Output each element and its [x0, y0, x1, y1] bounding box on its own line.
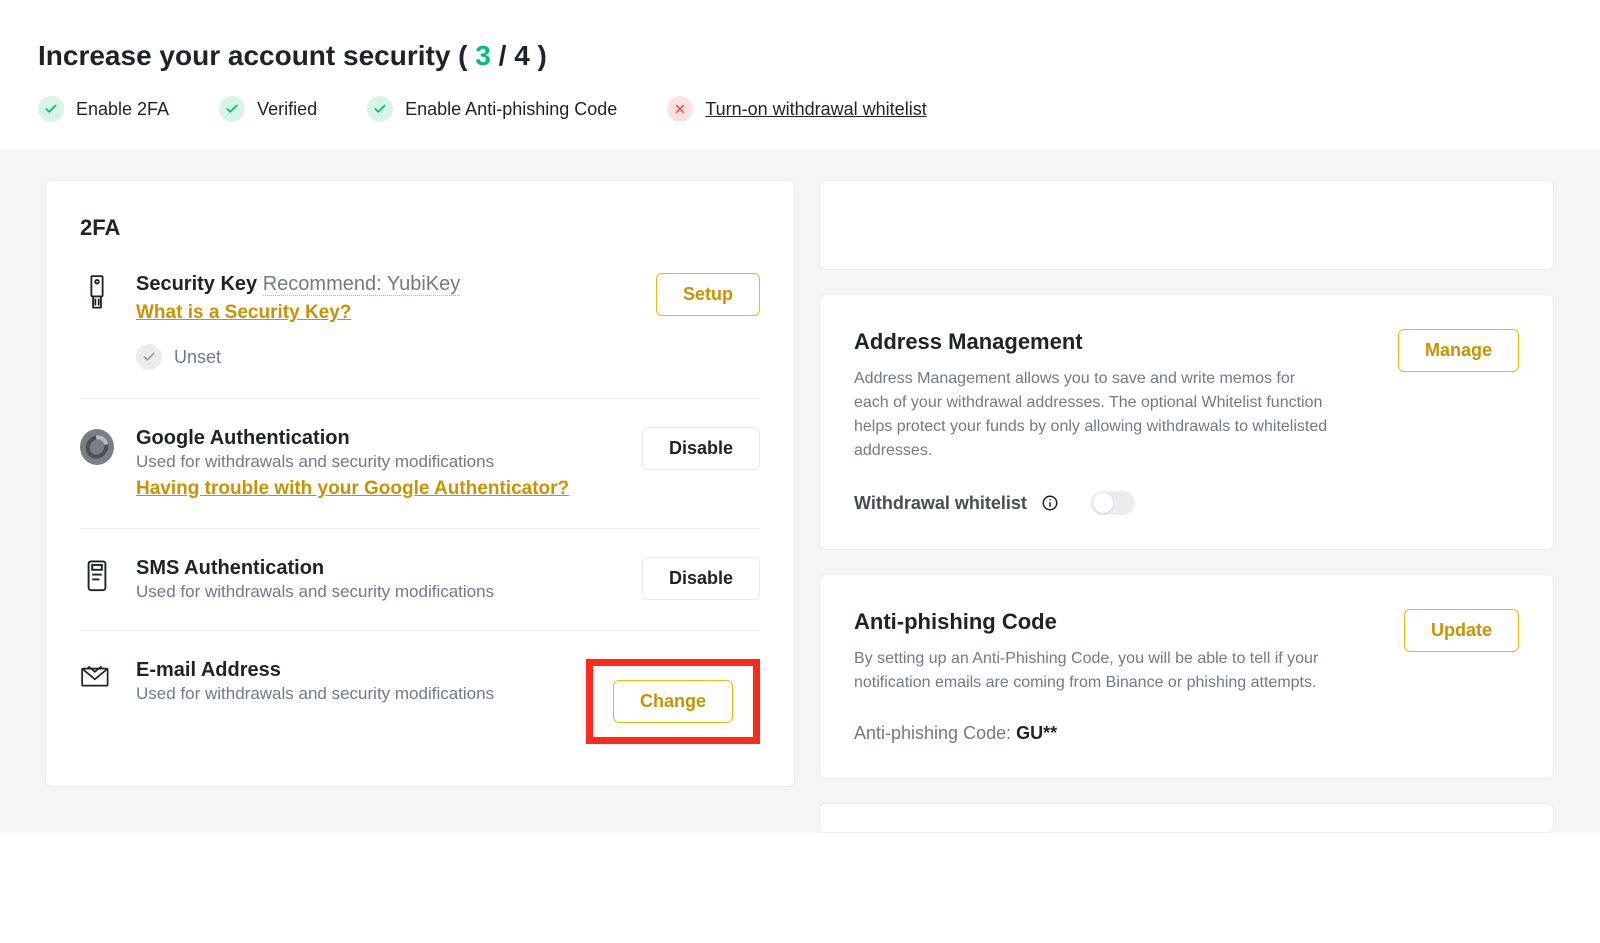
anti-phishing-title: Anti-phishing Code	[854, 609, 1334, 635]
partial-card	[819, 803, 1554, 833]
check-verified: Verified	[219, 96, 317, 122]
check-ok-icon	[367, 96, 393, 122]
change-highlight: Change	[586, 659, 760, 744]
disable-button[interactable]: Disable	[642, 557, 760, 600]
whitelist-label: Withdrawal whitelist	[854, 493, 1027, 514]
security-key-action: Setup	[656, 273, 760, 316]
check-link[interactable]: Turn-on withdrawal whitelist	[705, 99, 926, 120]
sms-sub: Used for withdrawals and security modifi…	[136, 582, 620, 602]
twofa-list: Security Key Recommend: YubiKey What is …	[80, 263, 760, 752]
card-header: Anti-phishing Code By setting up an Anti…	[854, 609, 1519, 695]
page-title: Increase your account security ( 3 / 4 )	[38, 40, 1562, 72]
address-management-card: Address Management Address Management al…	[819, 294, 1554, 550]
twofa-item-email: E-mail Address Used for withdrawals and …	[80, 630, 760, 752]
security-header: Increase your account security ( 3 / 4 )…	[0, 0, 1600, 150]
title-suffix: / 4 )	[491, 40, 547, 71]
sms-action: Disable	[642, 557, 760, 600]
twofa-title: 2FA	[80, 215, 760, 241]
card-header: Address Management Address Management al…	[854, 329, 1519, 463]
label: Security Key	[136, 273, 257, 295]
check-ok-icon	[38, 96, 64, 122]
disable-button[interactable]: Disable	[642, 427, 760, 470]
check-anti-phishing: Enable Anti-phishing Code	[367, 96, 617, 122]
twofa-body: Google Authentication Used for withdrawa…	[136, 427, 620, 500]
anti-phishing-desc: By setting up an Anti-Phishing Code, you…	[854, 647, 1334, 695]
whitelist-toggle[interactable]	[1091, 491, 1135, 515]
anti-phishing-card: Anti-phishing Code By setting up an Anti…	[819, 574, 1554, 779]
twofa-item-google-auth: Google Authentication Used for withdrawa…	[80, 398, 760, 528]
ga-sub: Used for withdrawals and security modifi…	[136, 452, 620, 472]
sms-icon	[80, 559, 114, 597]
twofa-body: E-mail Address Used for withdrawals and …	[136, 659, 564, 704]
check-withdrawal-whitelist[interactable]: Turn-on withdrawal whitelist	[667, 96, 926, 122]
x-icon	[667, 96, 693, 122]
withdrawal-whitelist-row: Withdrawal whitelist	[854, 491, 1519, 515]
title-prefix: Increase your account security (	[38, 40, 475, 71]
check-label: Verified	[257, 99, 317, 120]
update-button[interactable]: Update	[1404, 609, 1519, 652]
google-auth-icon	[80, 429, 114, 467]
info-icon[interactable]	[1041, 494, 1059, 512]
email-action: Change	[586, 659, 760, 744]
done-count: 3	[475, 40, 491, 71]
check-label: Enable 2FA	[76, 99, 169, 120]
change-button[interactable]: Change	[613, 680, 733, 723]
apc-label: Anti-phishing Code:	[854, 723, 1016, 743]
ga-action: Disable	[642, 427, 760, 470]
security-key-title: Security Key Recommend: YubiKey	[136, 273, 634, 296]
anti-phishing-value: Anti-phishing Code: GU**	[854, 723, 1519, 744]
twofa-item-sms: SMS Authentication Used for withdrawals …	[80, 528, 760, 630]
twofa-body: Security Key Recommend: YubiKey What is …	[136, 273, 634, 370]
manage-button[interactable]: Manage	[1398, 329, 1519, 372]
twofa-body: SMS Authentication Used for withdrawals …	[136, 557, 620, 602]
main-content: 2FA Security	[0, 150, 1600, 833]
left-column: 2FA Security	[45, 180, 795, 833]
sms-title: SMS Authentication	[136, 557, 620, 580]
status-label: Unset	[174, 347, 221, 368]
ga-link[interactable]: Having trouble with your Google Authenti…	[136, 478, 569, 500]
email-title: E-mail Address	[136, 659, 564, 682]
twofa-item-security-key: Security Key Recommend: YubiKey What is …	[80, 263, 760, 398]
check-enable-2fa: Enable 2FA	[38, 96, 169, 122]
twofa-card: 2FA Security	[45, 180, 795, 787]
ga-title: Google Authentication	[136, 427, 620, 450]
apc-value-text: GU**	[1016, 723, 1057, 743]
address-mgmt-title: Address Management	[854, 329, 1334, 355]
empty-card	[819, 180, 1554, 270]
security-checklist: Enable 2FA Verified Enable Anti-phishing…	[38, 96, 1562, 122]
security-key-status: Unset	[136, 344, 634, 370]
check-grey-icon	[136, 344, 162, 370]
address-mgmt-desc: Address Management allows you to save an…	[854, 367, 1334, 463]
right-column: Address Management Address Management al…	[819, 180, 1554, 833]
setup-button[interactable]: Setup	[656, 273, 760, 316]
recommend-hint: Recommend: YubiKey	[263, 273, 461, 296]
check-ok-icon	[219, 96, 245, 122]
security-key-icon	[80, 275, 114, 313]
security-key-link[interactable]: What is a Security Key?	[136, 302, 351, 324]
check-label: Enable Anti-phishing Code	[405, 99, 617, 120]
email-sub: Used for withdrawals and security modifi…	[136, 684, 564, 704]
email-icon	[80, 661, 114, 699]
